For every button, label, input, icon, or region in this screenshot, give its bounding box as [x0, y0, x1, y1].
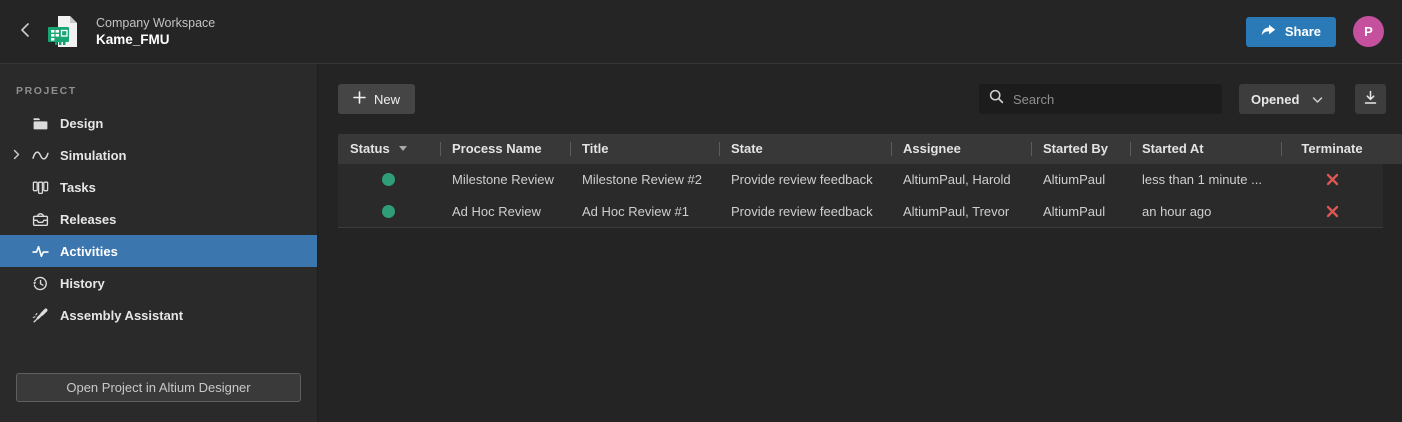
main-panel: New Opened [318, 64, 1402, 422]
table-header: Status Process Name Title State Assignee… [338, 134, 1402, 164]
sidebar-item-history[interactable]: History [0, 267, 317, 299]
search-icon [989, 89, 1004, 109]
search-input[interactable] [1013, 91, 1212, 107]
folder-icon [32, 115, 49, 132]
sidebar: PROJECT Design Simulation Tasks Releases… [0, 64, 318, 422]
share-button[interactable]: Share [1245, 16, 1336, 47]
status-cell [338, 173, 440, 187]
sidebar-item-assembly-assistant[interactable]: Assembly Assistant [0, 299, 317, 331]
back-button[interactable] [12, 12, 38, 52]
status-cell [338, 204, 440, 218]
activity-pulse-icon [32, 243, 49, 260]
toolbar-right: Opened [979, 84, 1386, 114]
sort-desc-icon [398, 146, 407, 151]
avatar[interactable]: P [1353, 16, 1384, 47]
started-by-cell: AltiumPaul [1043, 172, 1106, 188]
terminate-cell [1281, 171, 1383, 188]
download-button[interactable] [1355, 84, 1386, 114]
assignee-cell: AltiumPaul, Trevor [903, 203, 1010, 219]
started-at-cell: an hour ago [1142, 203, 1212, 219]
sidebar-item-tasks[interactable]: Tasks [0, 171, 317, 203]
avatar-initial: P [1364, 24, 1373, 39]
sidebar-item-activities[interactable]: Activities [0, 235, 317, 267]
sidebar-item-label: Assembly Assistant [60, 307, 184, 323]
sidebar-item-label: Tasks [60, 179, 96, 195]
share-label: Share [1284, 24, 1321, 39]
history-clock-icon [32, 275, 49, 292]
workspace-label: Company Workspace [96, 16, 216, 30]
chevron-down-icon [1312, 92, 1323, 107]
open-project-button[interactable]: Open Project in Altium Designer [16, 373, 301, 402]
sidebar-item-releases[interactable]: Releases [0, 203, 317, 235]
column-header-title[interactable]: Title [570, 134, 719, 164]
column-header-state[interactable]: State [719, 134, 891, 164]
column-header-process-name[interactable]: Process Name [440, 134, 570, 164]
sidebar-item-design[interactable]: Design [0, 107, 317, 139]
sidebar-item-label: History [60, 275, 105, 291]
plus-icon [353, 91, 366, 107]
table-row[interactable]: Milestone Review Milestone Review #2 Pro… [338, 164, 1383, 196]
terminate-x-icon[interactable] [1324, 171, 1341, 188]
new-button[interactable]: New [338, 84, 416, 114]
column-header-started-by[interactable]: Started By [1031, 134, 1130, 164]
state-cell: Provide review feedback [731, 172, 873, 188]
sidebar-section-label: PROJECT [16, 85, 77, 97]
project-name: Kame_FMU [96, 32, 170, 47]
chevron-right-icon[interactable] [12, 148, 21, 164]
started-by-cell: AltiumPaul [1043, 203, 1106, 219]
activities-table: Status Process Name Title State Assignee… [338, 134, 1402, 228]
app-window: Company Workspace Kame_FMU Share P PROJE… [0, 0, 1402, 422]
sidebar-item-label: Design [60, 115, 104, 131]
terminate-x-icon[interactable] [1324, 203, 1341, 220]
inbox-icon [32, 211, 49, 228]
column-header-status[interactable]: Status [338, 134, 440, 164]
started-at-cell: less than 1 minute ... [1142, 172, 1262, 188]
process-name-cell: Milestone Review [452, 172, 554, 188]
sidebar-item-label: Simulation [60, 147, 127, 163]
state-cell: Provide review feedback [731, 203, 873, 219]
sidebar-item-label: Releases [60, 211, 117, 227]
filter-value: Opened [1251, 91, 1300, 107]
process-name-cell: Ad Hoc Review [452, 203, 541, 219]
top-bar: Company Workspace Kame_FMU Share P [0, 0, 1402, 64]
title-cell: Milestone Review #2 [582, 172, 702, 188]
toolbar: New Opened [338, 84, 1386, 114]
table-row[interactable]: Ad Hoc Review Ad Hoc Review #1 Provide r… [338, 196, 1383, 228]
column-header-terminate[interactable]: Terminate [1281, 134, 1383, 164]
status-filter-dropdown[interactable]: Opened [1239, 84, 1335, 114]
column-header-assignee[interactable]: Assignee [891, 134, 1031, 164]
terminate-cell [1281, 203, 1383, 220]
status-active-icon [382, 204, 395, 218]
project-document-icon [44, 12, 84, 52]
soldering-iron-icon [32, 307, 49, 324]
workspace-titles: Company Workspace Kame_FMU [96, 16, 215, 47]
share-arrow-icon [1261, 24, 1276, 40]
topbar-actions: Share P [1245, 16, 1384, 47]
kanban-icon [32, 179, 49, 196]
content: PROJECT Design Simulation Tasks Releases… [0, 64, 1402, 422]
new-button-label: New [374, 91, 401, 107]
column-header-started-at[interactable]: Started At [1130, 134, 1281, 164]
search-box [979, 84, 1222, 114]
title-cell: Ad Hoc Review #1 [582, 203, 689, 219]
sidebar-item-simulation[interactable]: Simulation [0, 139, 317, 171]
download-icon [1363, 90, 1378, 108]
waveform-icon [32, 147, 49, 164]
table-body: Milestone Review Milestone Review #2 Pro… [338, 164, 1383, 228]
status-active-icon [382, 173, 395, 187]
chevron-left-icon [18, 21, 32, 42]
assignee-cell: AltiumPaul, Harold [903, 172, 1011, 188]
sidebar-item-label: Activities [60, 243, 118, 259]
